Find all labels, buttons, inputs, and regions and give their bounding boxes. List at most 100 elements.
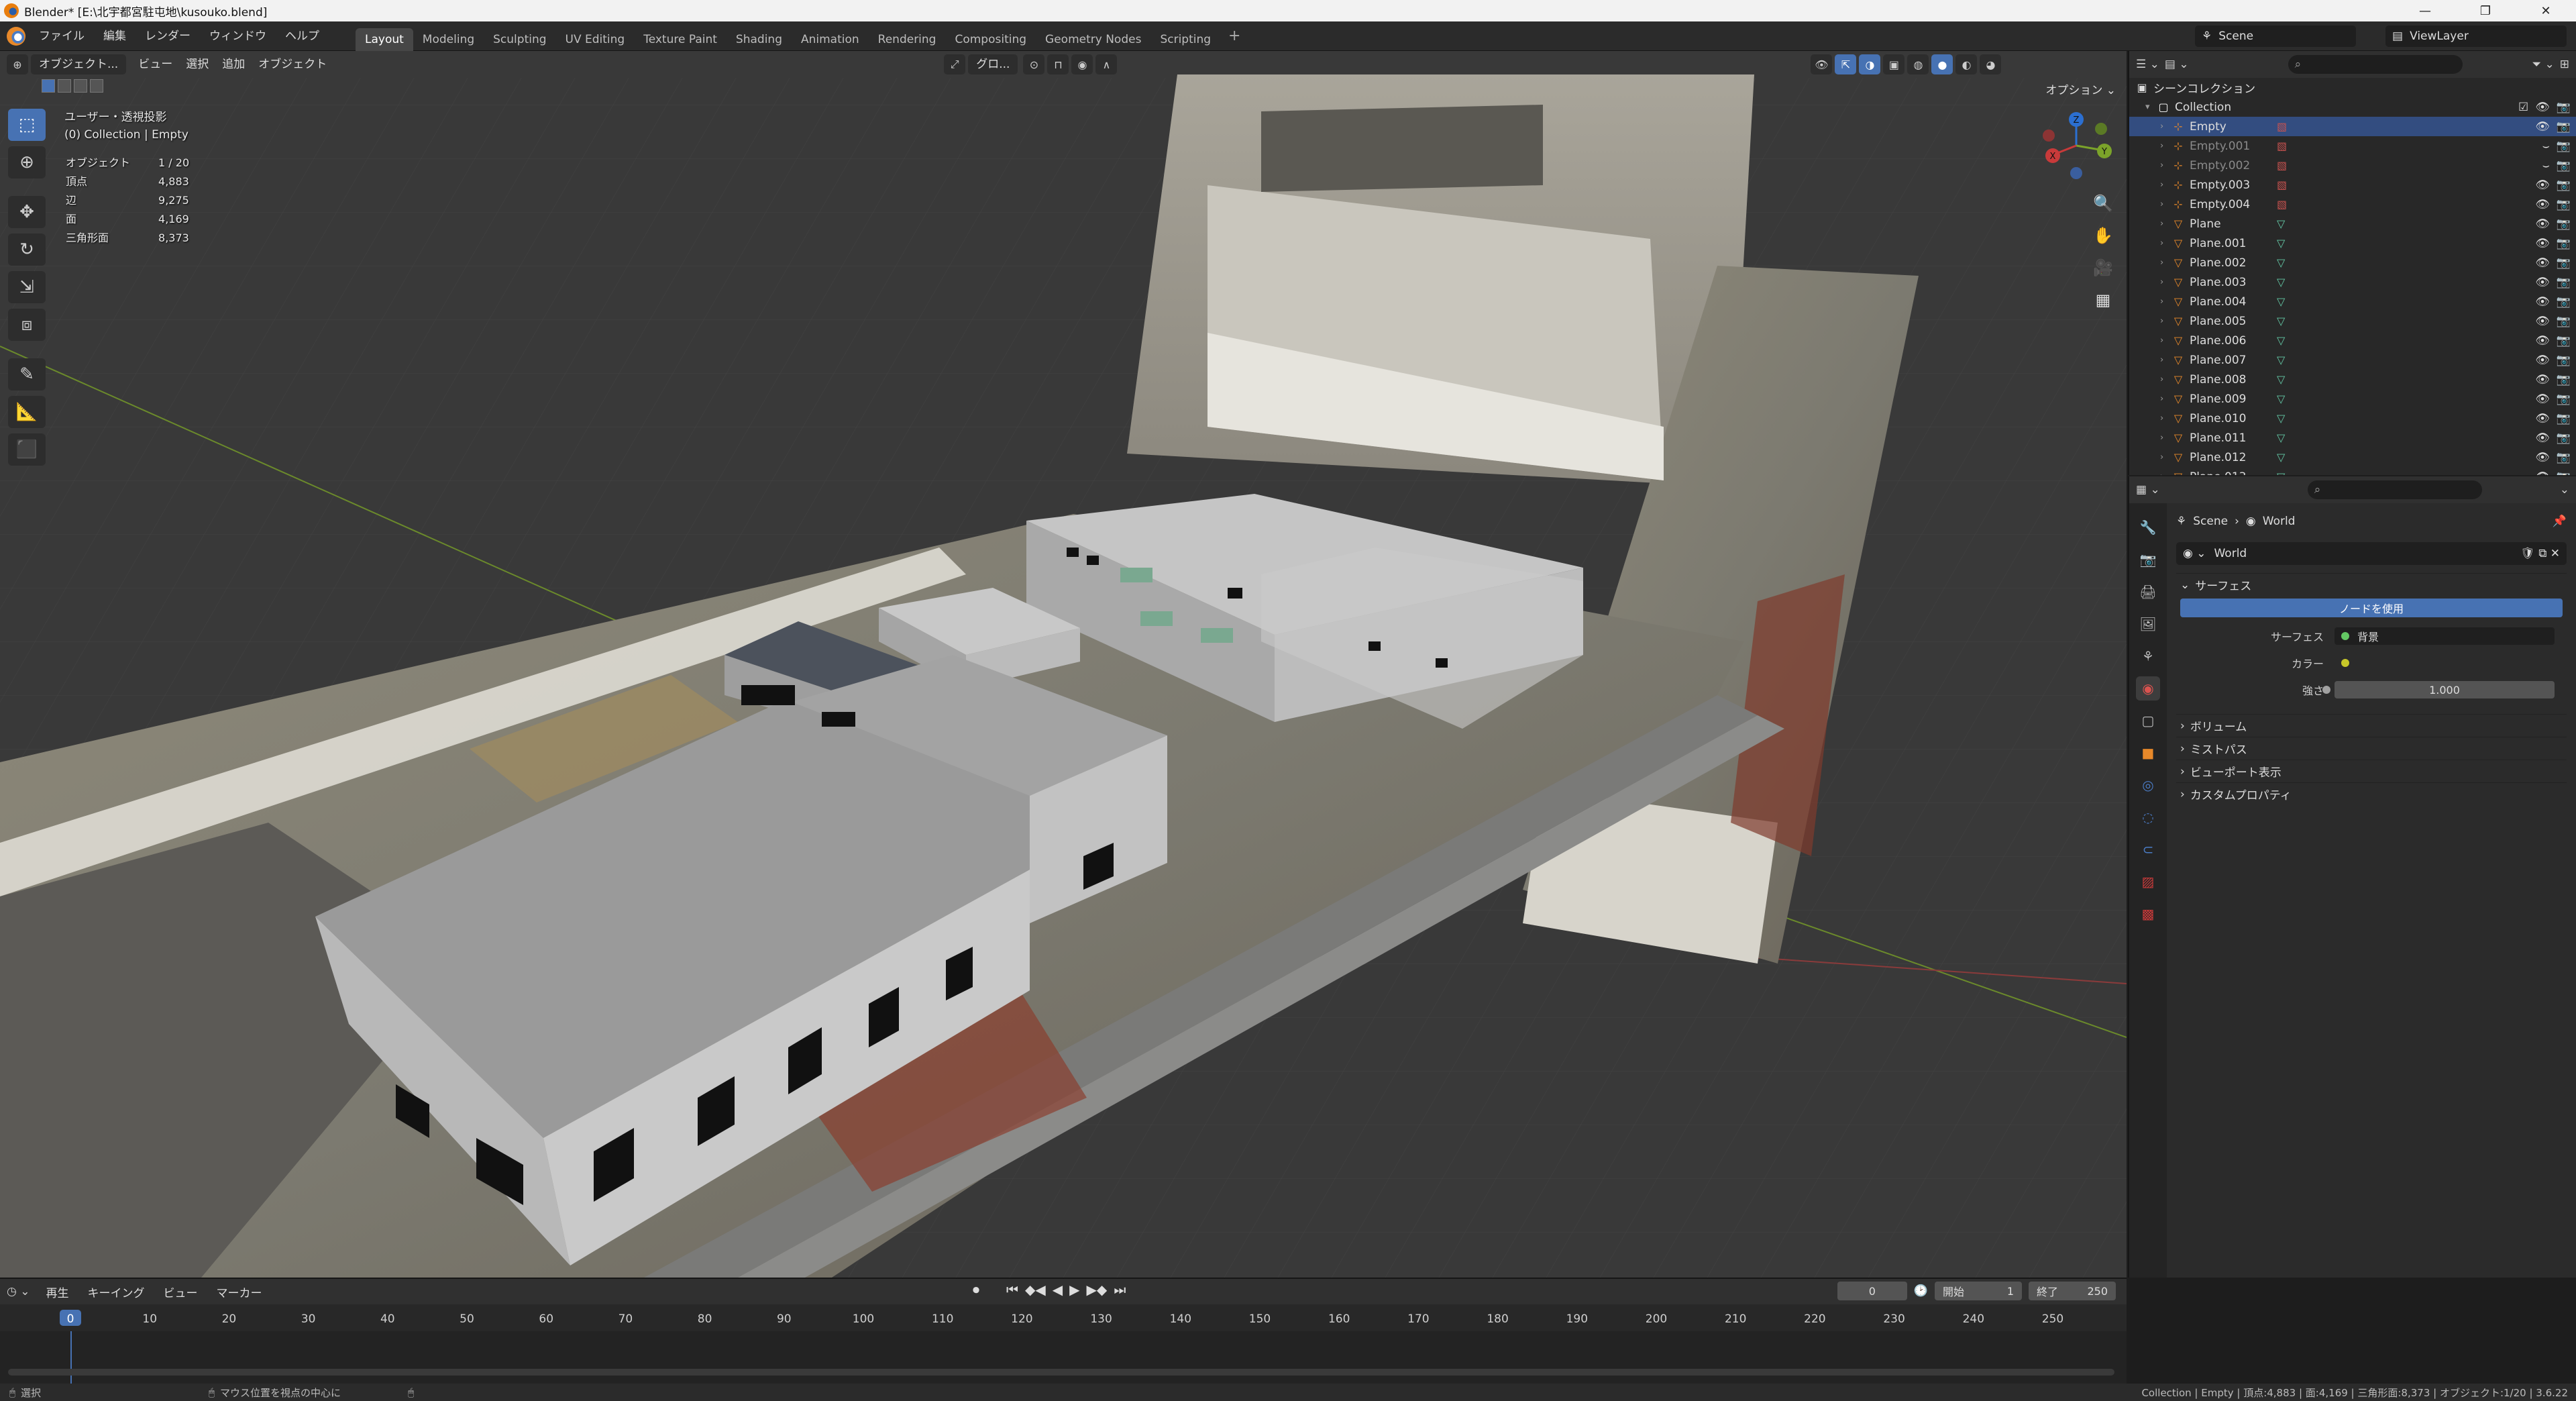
camera-icon[interactable]: 📷 [2557, 237, 2571, 250]
expand-arrow-icon[interactable]: › [2160, 199, 2172, 209]
eye-closed-icon[interactable]: ⌣ [2542, 140, 2550, 153]
expand-arrow-icon[interactable]: › [2160, 121, 2172, 132]
camera-icon[interactable]: 📷 [2557, 217, 2571, 231]
image-data-icon[interactable]: ▧ [2277, 159, 2287, 172]
camera-icon[interactable]: 📷 [2557, 159, 2571, 172]
eye-icon[interactable]: 👁 [2535, 354, 2550, 367]
color-swatch[interactable] [2357, 654, 2548, 672]
pan-hand-icon[interactable]: ✋ [2088, 223, 2118, 248]
camera-icon[interactable]: 📷 [2557, 178, 2571, 192]
eye-icon[interactable]: 👁 [2535, 256, 2550, 270]
play-reverse-icon[interactable]: ◀ [1053, 1282, 1063, 1298]
render-tab-icon[interactable]: 📷 [2136, 548, 2160, 572]
menu-select[interactable]: 選択 [179, 54, 215, 74]
record-icon[interactable]: ⏺ [973, 1282, 979, 1298]
blender-logo-icon[interactable] [7, 26, 25, 46]
timeline-editor-icon[interactable]: ◷ ⌄ [7, 1285, 30, 1298]
outliner-item-row[interactable]: › ▽ Plane.003 ▽ 👁 📷 [2129, 272, 2576, 292]
shading-solid-icon[interactable]: ● [1931, 54, 1953, 74]
camera-icon[interactable]: 📷 [2557, 315, 2571, 328]
select-mode-new-icon[interactable] [42, 79, 55, 93]
timeline-scrollbar[interactable] [8, 1369, 2114, 1376]
expand-arrow-icon[interactable]: › [2160, 335, 2172, 346]
close-button[interactable]: ✕ [2516, 0, 2576, 21]
camera-icon[interactable]: 📷 [2557, 412, 2571, 425]
camera-icon[interactable]: 📷 [2557, 295, 2571, 309]
eye-icon[interactable]: 👁 [2535, 120, 2550, 134]
menu-file[interactable]: ファイル [30, 21, 94, 51]
snap-icon[interactable]: ⊓ [1047, 54, 1069, 74]
cursor-tool-icon[interactable]: ⊕ [8, 146, 46, 178]
mesh-data-icon[interactable]: ▽ [2277, 470, 2285, 475]
eye-icon[interactable]: 👁 [2535, 198, 2550, 211]
expand-arrow-icon[interactable]: › [2160, 258, 2172, 268]
image-data-icon[interactable]: ▧ [2277, 120, 2287, 133]
menu-timeline-view[interactable]: ビュー [154, 1284, 207, 1300]
outliner-item-row[interactable]: › ▽ Plane.001 ▽ 👁 📷 [2129, 234, 2576, 253]
outliner-item-row[interactable]: › ▽ Plane.012 ▽ 👁 📷 [2129, 448, 2576, 467]
outliner-item-row[interactable]: › ▽ Plane.010 ▽ 👁 📷 [2129, 409, 2576, 428]
mesh-data-icon[interactable]: ▽ [2277, 237, 2285, 250]
pin-icon[interactable]: 📌 [2553, 515, 2567, 528]
eye-icon[interactable]: 👁 [2535, 178, 2550, 192]
outliner-item-row[interactable]: › ▽ Plane.011 ▽ 👁 📷 [2129, 428, 2576, 448]
add-workspace-icon[interactable]: + [1220, 28, 1248, 44]
collapse-arrow-icon[interactable]: ▾ [2145, 102, 2157, 112]
expand-arrow-icon[interactable]: › [2160, 160, 2172, 170]
tab-layout[interactable]: Layout [356, 28, 413, 51]
measure-tool-icon[interactable]: 📐 [8, 396, 46, 428]
scene-collection-row[interactable]: ▣ シーンコレクション [2129, 78, 2576, 97]
gizmo-neg-x-handle[interactable] [2043, 129, 2055, 142]
tab-uv-editing[interactable]: UV Editing [556, 28, 635, 51]
scene-selector[interactable]: ⚘ Scene [2195, 25, 2356, 47]
properties-editor-icon[interactable]: ▦ ⌄ [2136, 483, 2160, 497]
tab-rendering[interactable]: Rendering [869, 28, 946, 51]
eye-icon[interactable]: 👁 [2535, 101, 2550, 114]
camera-icon[interactable]: 📷 [2557, 393, 2571, 406]
ortho-grid-icon[interactable]: ▦ [2088, 287, 2118, 313]
outliner-item-row[interactable]: › ▽ Plane.009 ▽ 👁 📷 [2129, 389, 2576, 409]
timeline-body[interactable] [0, 1331, 2127, 1385]
outliner-item-row[interactable]: › ▽ Plane.002 ▽ 👁 📷 [2129, 253, 2576, 272]
menu-object[interactable]: オブジェクト [252, 54, 333, 74]
select-mode-intersect-icon[interactable] [90, 79, 103, 93]
mesh-data-icon[interactable]: ▽ [2277, 315, 2285, 327]
use-nodes-button[interactable]: ノードを使用 [2180, 599, 2563, 617]
gizmo-toggle-icon[interactable]: ⇱ [1835, 54, 1857, 74]
data-tab-icon[interactable]: ▨ [2136, 870, 2160, 894]
display-mode-icon[interactable]: ▤ ⌄ [2165, 58, 2189, 71]
select-mode-subtract-icon[interactable] [74, 79, 87, 93]
editor-type-icon[interactable]: ⊕ [7, 54, 28, 74]
jump-start-icon[interactable]: ⏮ [1006, 1282, 1018, 1298]
modifier-tab-icon[interactable]: ◎ [2136, 773, 2160, 797]
transform-tool-icon[interactable]: ⧈ [8, 309, 46, 341]
expand-arrow-icon[interactable]: › [2160, 374, 2172, 384]
expand-arrow-icon[interactable]: › [2160, 394, 2172, 404]
expand-arrow-icon[interactable]: › [2160, 238, 2172, 248]
navigation-gizmo[interactable]: Z Y X [2039, 109, 2113, 183]
eye-icon[interactable]: 👁 [2535, 295, 2550, 309]
outliner-item-row[interactable]: › ⊹ Empty.002 ▧ ⌣ 📷 [2129, 156, 2576, 175]
frame-ruler[interactable]: 0 10 20 30 40 50 60 70 80 90 100 110 120 130 140 150 160… [0, 1304, 2127, 1331]
overlay-toggle-icon[interactable]: ◑ [1859, 54, 1881, 74]
expand-arrow-icon[interactable]: › [2160, 141, 2172, 151]
camera-icon[interactable]: 📷 [2557, 354, 2571, 367]
prev-keyframe-icon[interactable]: ◆◀ [1025, 1282, 1046, 1298]
gizmo-neg-z-handle[interactable] [2070, 167, 2082, 179]
outliner-editor-icon[interactable]: ☰ ⌄ [2136, 58, 2159, 71]
image-data-icon[interactable]: ▧ [2277, 198, 2287, 211]
eye-icon[interactable]: 👁 [2535, 470, 2550, 476]
constraint-tab-icon[interactable]: ⊂ [2136, 837, 2160, 862]
surface-shader-field[interactable]: 背景 [2334, 627, 2555, 645]
outliner-item-row[interactable]: › ▽ Plane.008 ▽ 👁 📷 [2129, 370, 2576, 389]
strength-field[interactable]: 1.000 [2322, 681, 2555, 698]
transform-orientation-icon[interactable]: ⤢ [944, 54, 966, 74]
viewport-display-panel-header[interactable]: › ビューポート表示 [2176, 760, 2567, 782]
camera-icon[interactable]: 📷 [2557, 373, 2571, 386]
select-box-tool-icon[interactable]: ⬚ [8, 109, 46, 141]
scale-tool-icon[interactable]: ⇲ [8, 271, 46, 303]
shading-material-icon[interactable]: ◐ [1955, 54, 1978, 74]
tab-shading[interactable]: Shading [727, 28, 792, 51]
start-frame-field[interactable]: 開始 1 [1935, 1282, 2022, 1300]
camera-icon[interactable]: 📷 [2557, 431, 2571, 445]
